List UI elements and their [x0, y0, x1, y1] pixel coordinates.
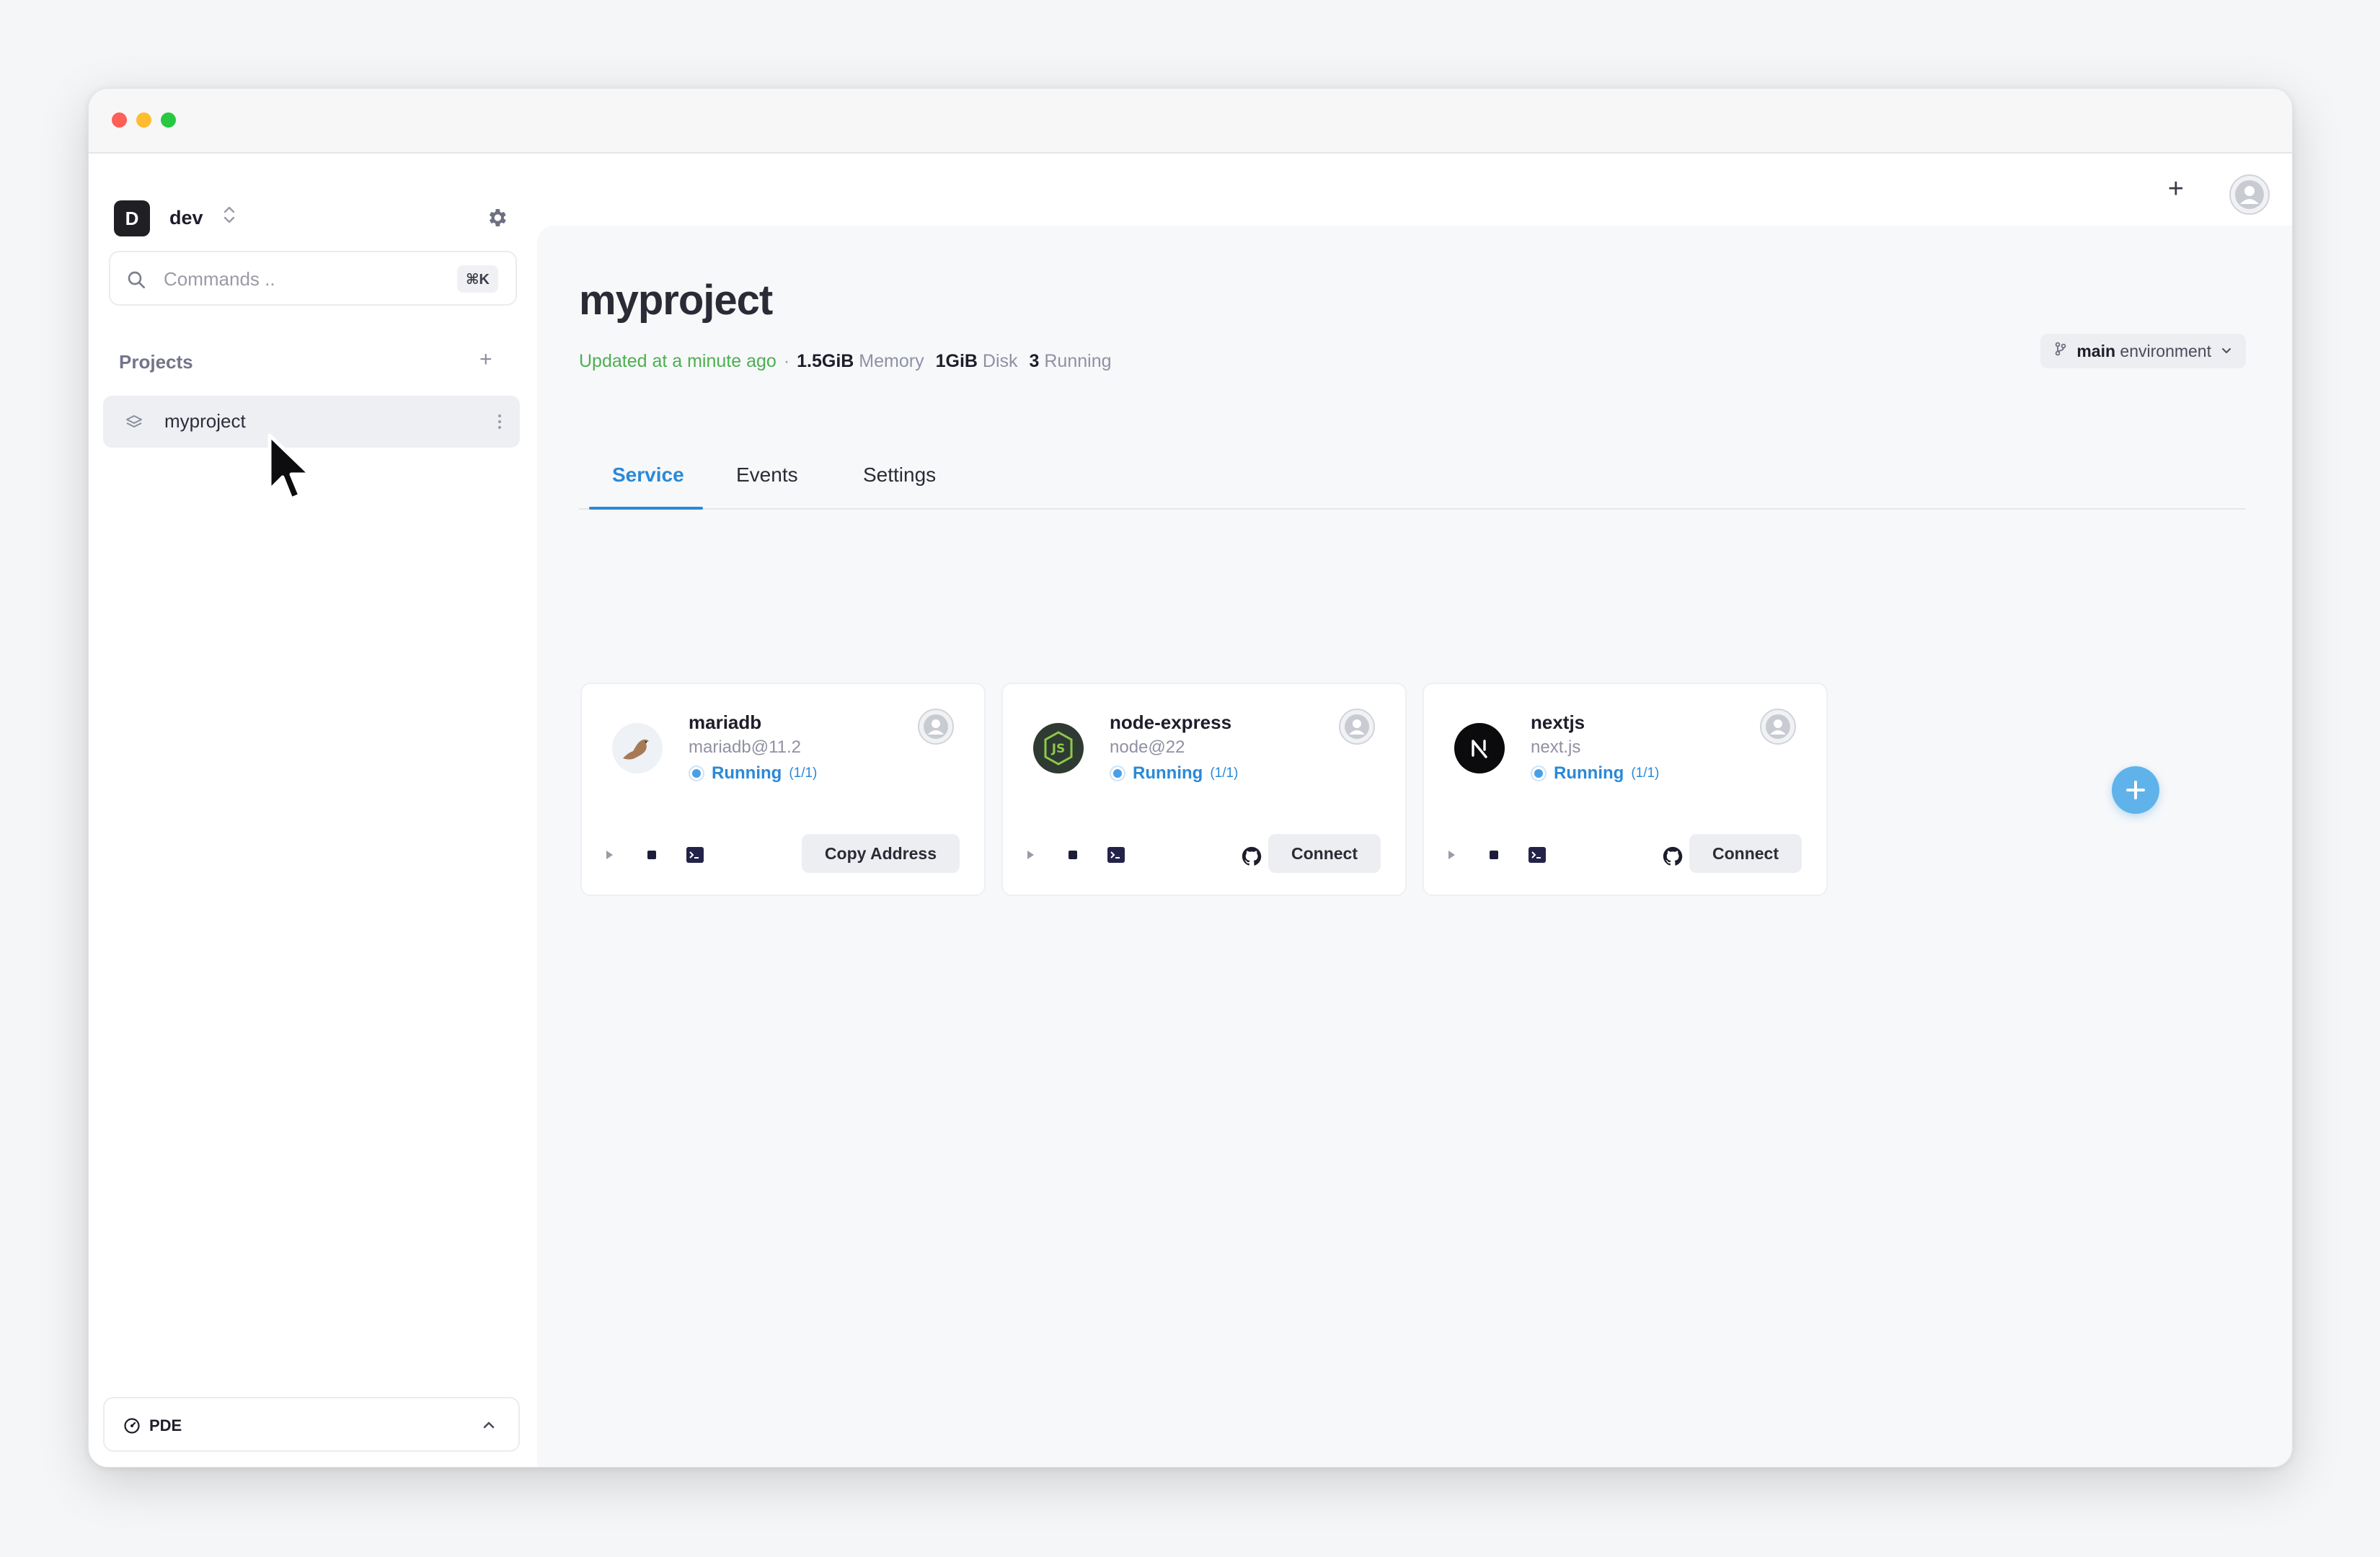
play-icon[interactable] [1025, 848, 1036, 865]
replica-count: (1/1) [1210, 766, 1239, 781]
service-name: mariadb [689, 711, 762, 733]
layers-icon [125, 413, 143, 434]
search-input[interactable]: Commands .. [164, 268, 275, 290]
status-text: Running [1554, 763, 1624, 783]
pde-label: PDE [149, 1416, 182, 1434]
status-badge: Running (1/1) [1531, 763, 1659, 784]
terminal-icon[interactable] [1107, 846, 1125, 867]
service-image: mariadb@11.2 [689, 737, 801, 757]
workspace-switcher-icon[interactable] [221, 204, 237, 229]
connect-button[interactable]: Connect [1689, 834, 1802, 873]
more-options-icon[interactable] [497, 412, 503, 435]
memory-value: 1.5GiB [797, 351, 854, 371]
environment-name: main [2076, 341, 2116, 360]
branch-icon [2053, 341, 2068, 361]
sidebar-item-label: myproject [164, 410, 246, 432]
connect-button[interactable]: Connect [1268, 834, 1381, 873]
zoom-window-button[interactable] [161, 112, 176, 128]
pde-panel-toggle[interactable]: PDE [103, 1397, 520, 1452]
page-title: myproject [579, 277, 773, 324]
owner-avatar[interactable] [1760, 709, 1796, 748]
nextjs-icon [1454, 723, 1505, 773]
play-icon[interactable] [1446, 848, 1457, 865]
add-project-button[interactable]: + [479, 349, 492, 371]
workspace-name[interactable]: dev [169, 207, 203, 229]
service-name: node-express [1110, 711, 1232, 733]
owner-avatar[interactable] [1339, 709, 1375, 748]
status-dot-icon [1110, 766, 1125, 781]
service-image: node@22 [1110, 737, 1185, 757]
projects-heading: Projects [119, 351, 193, 373]
svg-text:JS: JS [1051, 742, 1066, 756]
chevron-up-icon [481, 1417, 497, 1437]
github-icon[interactable] [1241, 846, 1262, 871]
main-content: myproject Updated at a minute ago · 1.5GiB… [537, 226, 2292, 1467]
disk-label: Disk [982, 351, 1018, 371]
user-avatar[interactable] [2229, 174, 2270, 219]
nodejs-icon: JS [1033, 723, 1084, 773]
app-window: D dev Commands .. ⌘K Projects + myprojec… [88, 88, 2293, 1468]
service-card-nextjs[interactable]: nextjs next.js Running (1/1) Connect [1423, 683, 1828, 896]
github-icon[interactable] [1662, 846, 1684, 871]
settings-gear-icon[interactable] [485, 206, 508, 233]
tab-bar: Service Events Settings [579, 442, 2246, 510]
replica-count: (1/1) [789, 766, 818, 781]
search-icon [125, 268, 148, 295]
disk-value: 1GiB [935, 351, 978, 371]
terminal-icon[interactable] [686, 846, 704, 867]
stats-separator: · [783, 351, 790, 371]
chevron-down-icon [2220, 342, 2233, 361]
status-dot-icon [689, 766, 704, 781]
owner-avatar[interactable] [918, 709, 954, 748]
dashboard-icon [123, 1417, 141, 1438]
stop-icon[interactable] [645, 848, 658, 865]
title-bar [89, 89, 2292, 154]
active-tab-indicator [589, 507, 703, 510]
status-badge: Running (1/1) [1110, 763, 1238, 784]
service-card-mariadb[interactable]: mariadb mariadb@11.2 Running (1/1) Copy … [580, 683, 986, 896]
stop-icon[interactable] [1066, 848, 1079, 865]
status-badge: Running (1/1) [689, 763, 817, 784]
status-text: Running [712, 763, 782, 783]
environment-selector[interactable]: main environment [2040, 334, 2246, 368]
running-label: Running [1044, 351, 1112, 371]
tab-events[interactable]: Events [736, 463, 798, 487]
memory-label: Memory [859, 351, 924, 371]
stop-icon[interactable] [1487, 848, 1500, 865]
new-item-button[interactable]: + [2168, 175, 2184, 203]
top-bar: + [537, 154, 2292, 226]
environment-suffix: environment [2120, 341, 2211, 360]
status-text: Running [1133, 763, 1203, 783]
close-window-button[interactable] [112, 112, 127, 128]
shortcut-hint: ⌘K [457, 265, 498, 293]
workspace-avatar[interactable]: D [114, 200, 150, 236]
sidebar: D dev Commands .. ⌘K Projects + myprojec… [89, 154, 537, 1467]
tab-settings[interactable]: Settings [863, 463, 936, 487]
copy-address-button[interactable]: Copy Address [801, 834, 960, 873]
service-card-node-express[interactable]: JS node-express node@22 Running (1/1) Co… [1001, 683, 1407, 896]
service-name: nextjs [1531, 711, 1585, 733]
tab-service[interactable]: Service [612, 463, 684, 487]
project-stats: Updated at a minute ago · 1.5GiB Memory 1Gi… [579, 351, 1123, 372]
command-search[interactable]: Commands .. ⌘K [109, 251, 517, 306]
mariadb-seal-icon [612, 723, 663, 773]
service-image: next.js [1531, 737, 1581, 757]
running-value: 3 [1029, 351, 1040, 371]
terminal-icon[interactable] [1528, 846, 1547, 867]
updated-time: Updated at a minute ago [579, 351, 777, 371]
mouse-cursor-icon [267, 432, 317, 511]
status-dot-icon [1531, 766, 1547, 781]
replica-count: (1/1) [1631, 766, 1660, 781]
add-service-button[interactable] [2112, 766, 2159, 814]
minimize-window-button[interactable] [136, 112, 151, 128]
play-icon[interactable] [603, 848, 615, 865]
